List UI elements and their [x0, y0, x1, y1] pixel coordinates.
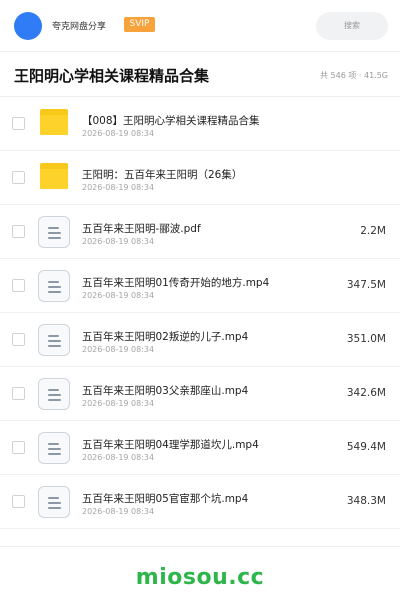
- file-name[interactable]: 五百年来王阳明02叛逆的儿子.mp4: [82, 329, 248, 344]
- file-name[interactable]: 五百年来王阳明05官宦那个坑.mp4: [82, 491, 248, 506]
- file-name[interactable]: 五百年来王阳明04理学那道坎儿.mp4: [82, 437, 259, 452]
- checkbox[interactable]: [12, 171, 25, 184]
- file-date: 2026-08-19 08:34: [82, 183, 155, 192]
- file-size: 342.6M: [346, 387, 386, 399]
- file-date: 2026-08-19 08:34: [82, 453, 155, 462]
- document-icon: [38, 324, 70, 356]
- file-name[interactable]: 五百年来王阳明03父亲那座山.mp4: [82, 383, 248, 398]
- file-date: 2026-08-19 08:34: [82, 345, 155, 354]
- footer: miosou.cc: [0, 546, 400, 600]
- top-bar: 夸克网盘分享 SVIP 搜索: [0, 0, 400, 52]
- file-list: 【008】王阳明心学相关课程精品合集 2026-08-19 08:34 王阳明：…: [0, 97, 400, 529]
- list-item[interactable]: 五百年来王阳明03父亲那座山.mp4 2026-08-19 08:34 342.…: [0, 367, 400, 421]
- document-icon: [38, 378, 70, 410]
- list-item[interactable]: 五百年来王阳明01传奇开始的地方.mp4 2026-08-19 08:34 34…: [0, 259, 400, 313]
- file-size: 549.4M: [346, 441, 386, 453]
- file-date: 2026-08-19 08:34: [82, 291, 155, 300]
- share-header: 王阳明心学相关课程精品合集 共 546 项 · 41.5G: [0, 53, 400, 97]
- file-name[interactable]: 【008】王阳明心学相关课程精品合集: [82, 113, 260, 128]
- checkbox[interactable]: [12, 495, 25, 508]
- document-icon: [38, 486, 70, 518]
- file-size: 347.5M: [346, 279, 386, 291]
- checkbox[interactable]: [12, 441, 25, 454]
- item-count-summary: 共 546 项 · 41.5G: [320, 71, 388, 80]
- account-name[interactable]: 夸克网盘分享: [52, 19, 106, 32]
- list-item[interactable]: 五百年来王阳明04理学那道坎儿.mp4 2026-08-19 08:34 549…: [0, 421, 400, 475]
- list-item[interactable]: 五百年来王阳明02叛逆的儿子.mp4 2026-08-19 08:34 351.…: [0, 313, 400, 367]
- checkbox[interactable]: [12, 333, 25, 346]
- page-title: 王阳明心学相关课程精品合集: [14, 67, 210, 85]
- file-date: 2026-08-19 08:34: [82, 237, 155, 246]
- list-item[interactable]: 五百年来王阳明-郦波.pdf 2026-08-19 08:34 2.2M: [0, 205, 400, 259]
- checkbox[interactable]: [12, 387, 25, 400]
- file-name[interactable]: 五百年来王阳明01传奇开始的地方.mp4: [82, 275, 269, 290]
- list-item[interactable]: 王阳明：五百年来王阳明（26集） 2026-08-19 08:34: [0, 151, 400, 205]
- file-size: 348.3M: [346, 495, 386, 507]
- list-item[interactable]: 【008】王阳明心学相关课程精品合集 2026-08-19 08:34: [0, 97, 400, 151]
- file-date: 2026-08-19 08:34: [82, 399, 155, 408]
- file-date: 2026-08-19 08:34: [82, 507, 155, 516]
- file-size: 351.0M: [346, 333, 386, 345]
- list-item[interactable]: 五百年来王阳明05官宦那个坑.mp4 2026-08-19 08:34 348.…: [0, 475, 400, 529]
- document-icon: [38, 270, 70, 302]
- checkbox[interactable]: [12, 117, 25, 130]
- file-name[interactable]: 五百年来王阳明-郦波.pdf: [82, 221, 201, 236]
- document-icon: [38, 216, 70, 248]
- avatar[interactable]: [14, 12, 42, 40]
- svip-badge: SVIP: [124, 17, 155, 32]
- file-size: 2.2M: [360, 225, 386, 237]
- site-watermark: miosou.cc: [135, 565, 265, 590]
- file-name[interactable]: 王阳明：五百年来王阳明（26集）: [82, 167, 242, 182]
- file-date: 2026-08-19 08:34: [82, 129, 155, 138]
- folder-icon: [40, 163, 68, 189]
- folder-icon: [40, 109, 68, 135]
- search-input[interactable]: 搜索: [316, 12, 388, 40]
- checkbox[interactable]: [12, 279, 25, 292]
- checkbox[interactable]: [12, 225, 25, 238]
- document-icon: [38, 432, 70, 464]
